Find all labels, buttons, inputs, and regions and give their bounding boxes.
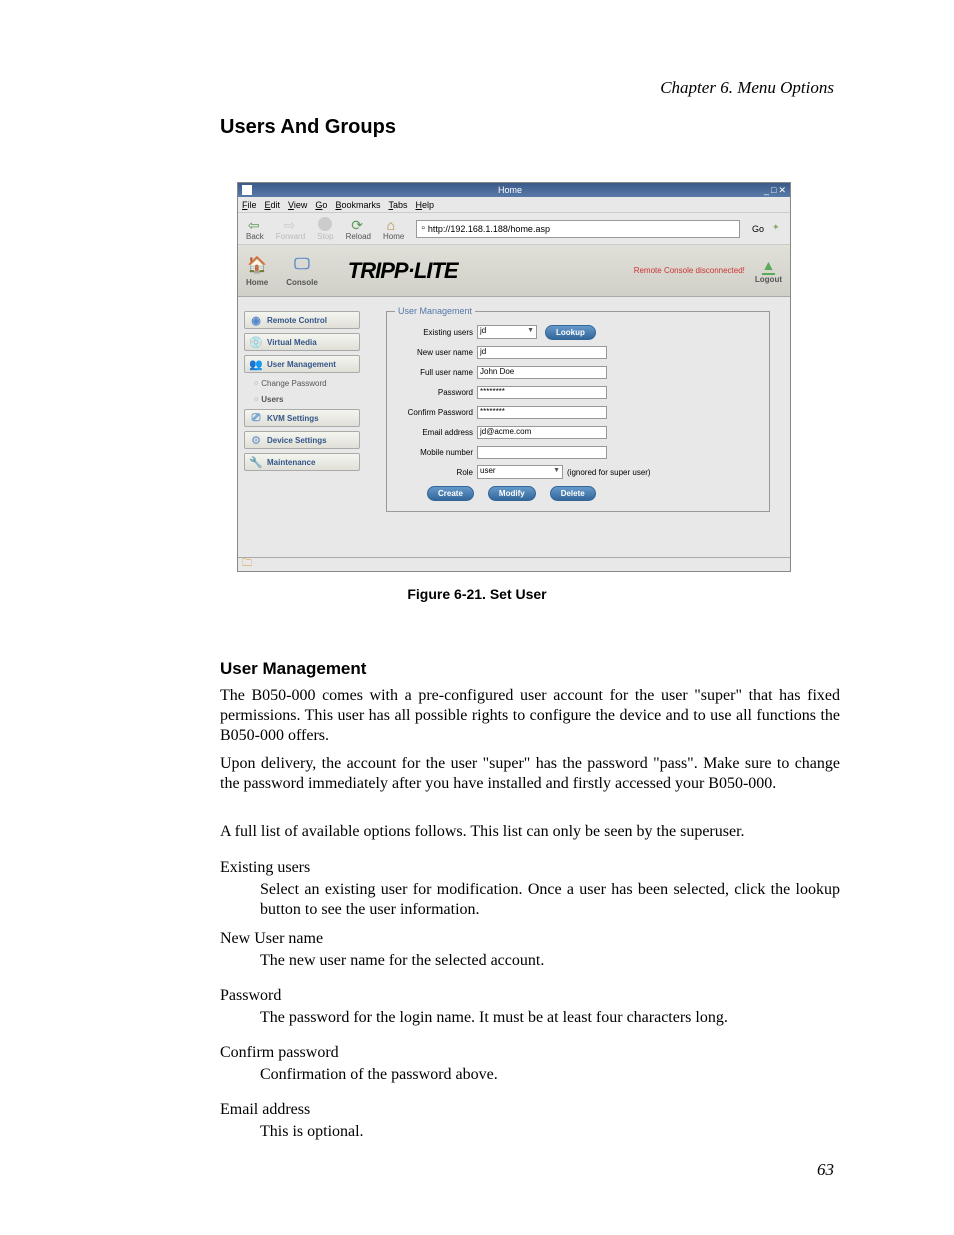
app-console-button[interactable]: 🖵 Console	[286, 254, 318, 287]
window-titlebar: Home _ □ ✕	[238, 183, 790, 197]
def-existing-users: Select an existing user for modification…	[260, 880, 840, 920]
user-management-fieldset: User Management Existing users jd Lookup…	[386, 311, 770, 512]
content-panel: User Management Existing users jd Lookup…	[366, 297, 790, 557]
existing-users-label: Existing users	[397, 328, 477, 337]
create-button[interactable]: Create	[427, 486, 474, 501]
reload-icon: ⟳	[351, 217, 365, 231]
stop-icon	[318, 217, 332, 231]
back-icon: ⇦	[248, 217, 262, 231]
term-password: Password	[220, 986, 840, 1006]
screenshot-figure: Home _ □ ✕ File Edit View Go Bookmarks T…	[237, 182, 791, 572]
chapter-header: Chapter 6. Menu Options	[660, 78, 834, 98]
page-icon: ▫	[421, 223, 425, 234]
new-user-input[interactable]: jd	[477, 346, 607, 359]
sidebar-item-virtual-media[interactable]: 💿 Virtual Media	[244, 333, 360, 351]
role-note: (ignored for super user)	[567, 468, 651, 477]
sidebar-item-device-settings[interactable]: ⚙ Device Settings	[244, 431, 360, 449]
go-button[interactable]: Go	[748, 224, 768, 234]
confirm-password-input[interactable]: ********	[477, 406, 607, 419]
menu-view[interactable]: View	[288, 200, 307, 210]
forward-button: ⇨ Forward	[272, 217, 309, 241]
page-number: 63	[817, 1160, 834, 1180]
existing-users-select[interactable]: jd	[477, 325, 537, 339]
throbber-icon: ✦	[772, 222, 786, 236]
mobile-label: Mobile number	[397, 448, 477, 457]
console-icon: 🖵	[291, 254, 313, 276]
window-icon	[242, 185, 252, 195]
email-input[interactable]: jd@acme.com	[477, 426, 607, 439]
forward-icon: ⇨	[283, 217, 297, 231]
lookup-button[interactable]: Lookup	[545, 325, 596, 340]
subsection-title: User Management	[220, 659, 366, 679]
sidebar-item-kvm-settings[interactable]: ⎚ KVM Settings	[244, 409, 360, 427]
close-button[interactable]: ✕	[778, 185, 786, 196]
device-settings-icon: ⚙	[249, 433, 263, 447]
url-input[interactable]: ▫ http://192.168.1.188/home.asp	[416, 220, 740, 238]
modify-button[interactable]: Modify	[488, 486, 536, 501]
app-home-button[interactable]: 🏠 Home	[246, 254, 268, 287]
def-new-user-name: The new user name for the selected accou…	[260, 951, 840, 971]
fieldset-legend: User Management	[395, 306, 475, 316]
app-home-icon: 🏠	[246, 254, 268, 276]
def-confirm-password: Confirmation of the password above.	[260, 1065, 840, 1085]
browser-toolbar: ⇦ Back ⇨ Forward Stop ⟳ Reload ⌂ Home ▫ …	[238, 213, 790, 245]
kvm-settings-icon: ⎚	[249, 411, 263, 425]
menu-bookmarks[interactable]: Bookmarks	[335, 200, 380, 210]
full-name-label: Full user name	[397, 368, 477, 377]
home-icon: ⌂	[387, 217, 401, 231]
user-management-icon: 👥	[249, 357, 263, 371]
sidebar-sub-users[interactable]: Users	[244, 393, 360, 405]
password-input[interactable]: ********	[477, 386, 607, 399]
term-existing-users: Existing users	[220, 858, 840, 878]
stop-button: Stop	[313, 217, 337, 241]
def-email-address: This is optional.	[260, 1122, 840, 1142]
logout-icon: ▲	[762, 257, 776, 275]
back-button[interactable]: ⇦ Back	[242, 217, 268, 241]
menu-tabs[interactable]: Tabs	[388, 200, 407, 210]
confirm-password-label: Confirm Password	[397, 408, 477, 417]
logout-button[interactable]: ▲ Logout	[755, 257, 782, 284]
reload-button[interactable]: ⟳ Reload	[342, 217, 375, 241]
term-new-user-name: New User name	[220, 929, 840, 949]
paragraph-1: The B050-000 comes with a pre-configured…	[220, 686, 840, 746]
section-title: Users And Groups	[220, 116, 396, 139]
remote-control-icon: ◉	[249, 313, 263, 327]
figure-caption: Figure 6-21. Set User	[0, 586, 954, 602]
maximize-button[interactable]: □	[771, 185, 776, 196]
virtual-media-icon: 💿	[249, 335, 263, 349]
new-user-label: New user name	[397, 348, 477, 357]
paragraph-2: Upon delivery, the account for the user …	[220, 754, 840, 794]
sidebar-item-maintenance[interactable]: 🔧 Maintenance	[244, 453, 360, 471]
password-label: Password	[397, 388, 477, 397]
main-content: ◉ Remote Control 💿 Virtual Media 👥 User …	[238, 297, 790, 557]
brand-logo: TRIPP·LITE	[348, 258, 458, 284]
sidebar-sub-change-password[interactable]: Change Password	[244, 377, 360, 389]
full-name-input[interactable]: John Doe	[477, 366, 607, 379]
window-title: Home	[256, 185, 764, 195]
menu-edit[interactable]: Edit	[265, 200, 281, 210]
menubar: File Edit View Go Bookmarks Tabs Help	[238, 197, 790, 213]
connection-status: Remote Console disconnected!	[634, 266, 745, 275]
def-password: The password for the login name. It must…	[260, 1008, 840, 1028]
role-select[interactable]: user	[477, 465, 563, 479]
menu-help[interactable]: Help	[415, 200, 434, 210]
statusbar-icon: 🗀	[242, 556, 252, 573]
sidebar: ◉ Remote Control 💿 Virtual Media 👥 User …	[238, 297, 366, 557]
menu-go[interactable]: Go	[315, 200, 327, 210]
role-label: Role	[397, 468, 477, 477]
app-header: 🏠 Home 🖵 Console TRIPP·LITE Remote Conso…	[238, 245, 790, 297]
home-button[interactable]: ⌂ Home	[379, 217, 408, 241]
maintenance-icon: 🔧	[249, 455, 263, 469]
delete-button[interactable]: Delete	[550, 486, 596, 501]
menu-file[interactable]: File	[242, 200, 257, 210]
term-confirm-password: Confirm password	[220, 1043, 840, 1063]
term-email-address: Email address	[220, 1100, 840, 1120]
statusbar: 🗀	[238, 557, 790, 571]
mobile-input[interactable]	[477, 446, 607, 459]
sidebar-item-user-management[interactable]: 👥 User Management	[244, 355, 360, 373]
paragraph-3: A full list of available options follows…	[220, 822, 840, 842]
minimize-button[interactable]: _	[764, 185, 769, 196]
sidebar-item-remote-control[interactable]: ◉ Remote Control	[244, 311, 360, 329]
email-label: Email address	[397, 428, 477, 437]
